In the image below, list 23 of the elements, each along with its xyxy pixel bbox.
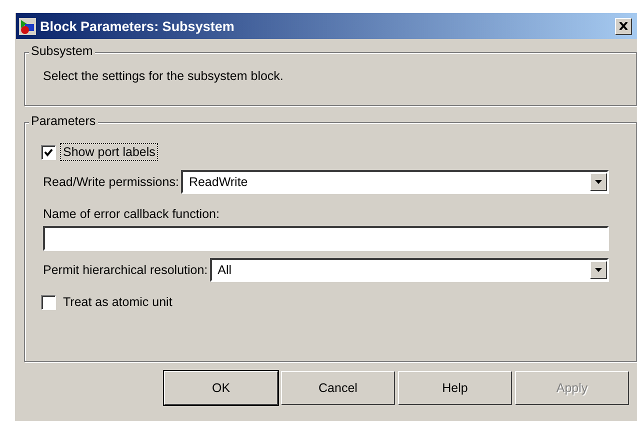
text-field[interactable] [43,226,609,251]
window-title: Block Parameters: Subsystem [40,18,236,34]
group-legend: Parameters [29,114,98,128]
field-label: Read/Write permissions: [43,175,179,189]
dropdown[interactable]: All [210,258,609,282]
close-button[interactable] [615,18,632,34]
checkbox-label[interactable]: Treat as atomic unit [60,293,176,311]
description-text: Select the settings for the subsystem block. [43,69,284,83]
close-icon [619,22,628,30]
dialog-button[interactable]: Cancel [281,371,395,405]
checkbox-label[interactable]: Show port labels [60,143,158,161]
dropdown-value: ReadWrite [188,175,248,189]
dropdown-value: All [218,263,232,277]
checkbox[interactable] [41,294,56,310]
app-icon [19,18,36,34]
dialog-button[interactable]: OK [164,371,278,405]
field-label: Permit hierarchical resolution: [43,263,208,277]
group-legend: Subsystem [29,44,95,58]
dropdown[interactable]: ReadWrite [180,170,609,194]
check-icon [44,148,53,156]
checkbox[interactable] [41,144,56,160]
dialog-button[interactable]: Help [398,371,512,405]
field-label: Name of error callback function: [43,207,220,221]
